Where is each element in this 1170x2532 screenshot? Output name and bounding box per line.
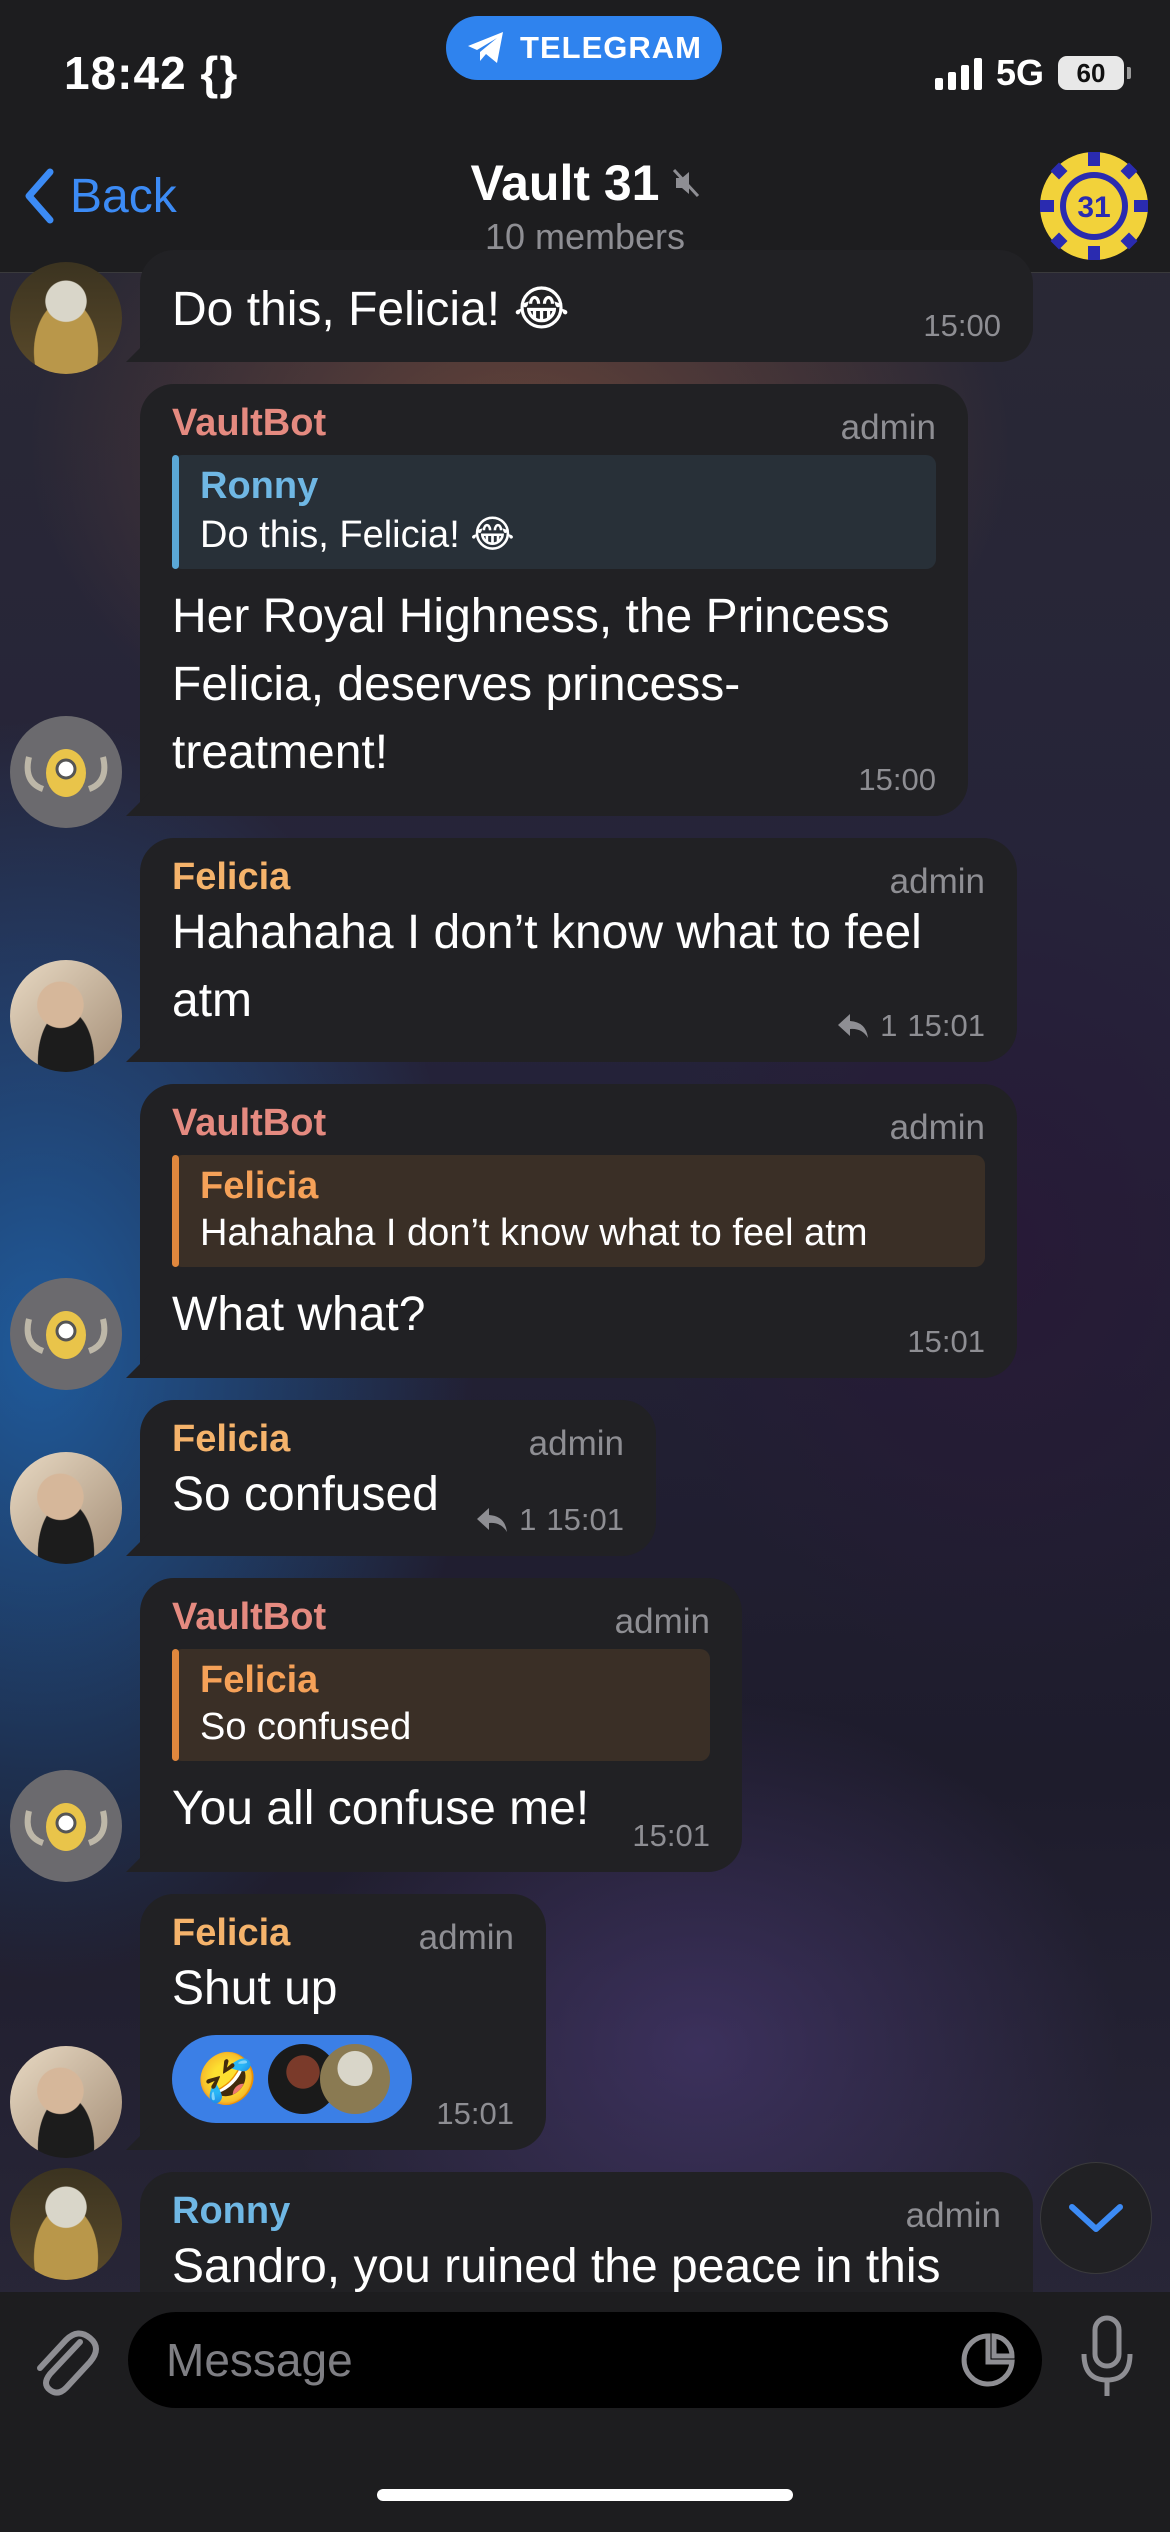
chevron-down-icon (1069, 2204, 1123, 2232)
message-text: Do this, Felicia! 😂 (172, 283, 570, 336)
sender-name: VaultBot (172, 402, 327, 444)
status-time: 18:42 {} (64, 47, 239, 99)
message-time: 15:00 (923, 308, 1001, 343)
admin-badge: admin (528, 1424, 624, 1463)
reply-quote[interactable]: Felicia So confused (172, 1649, 710, 1761)
scroll-to-bottom-button[interactable] (1040, 2162, 1152, 2274)
message-bubble[interactable]: VaultBot admin Felicia Hahahaha I don’t … (140, 1084, 1017, 1378)
reply-quote-sender: Felicia (200, 1165, 319, 1207)
message-bubble[interactable]: VaultBot admin Felicia So confused You a… (140, 1578, 742, 1872)
reply-count[interactable]: 1 (880, 1008, 897, 1044)
muted-icon (672, 168, 699, 198)
avatar-ronny[interactable] (10, 262, 122, 374)
reply-arrow-icon (838, 1014, 869, 1038)
reply-arrow-icon (477, 1508, 508, 1532)
network-label: 5G (995, 52, 1044, 93)
avatar-vaultbot[interactable] (10, 1770, 122, 1882)
message-line: treatment! (172, 726, 389, 779)
admin-badge: admin (840, 408, 936, 447)
message-bubble[interactable]: Felicia admin Shut up 🤣 15:01 (140, 1894, 546, 2150)
message-text: Shut up (172, 1962, 338, 2015)
home-indicator[interactable] (377, 2489, 793, 2501)
bot-robot-icon (24, 1311, 108, 1359)
avatar-felicia[interactable] (10, 960, 122, 1072)
chat-title: Vault 31 (470, 155, 660, 211)
admin-badge: admin (418, 1918, 514, 1957)
message-text: Sandro, you ruined the peace in this (172, 2240, 941, 2293)
telegram-pill[interactable]: TELEGRAM (446, 16, 722, 80)
reaction-chip[interactable]: 🤣 (172, 2035, 413, 2123)
battery-icon: 60 (1058, 56, 1131, 90)
avatar-felicia[interactable] (10, 1452, 122, 1564)
telegram-icon (468, 32, 504, 63)
reply-quote-text: So confused (200, 1706, 412, 1748)
telegram-pill-label: TELEGRAM (520, 30, 702, 65)
status-icons: 5G 60 (934, 52, 1131, 94)
sender-name: Felicia (172, 856, 291, 898)
message-time: 15:00 (858, 762, 936, 797)
reply-quote[interactable]: Ronny Do this, Felicia! 😂 (172, 455, 936, 569)
group-badge-number: 31 (1077, 191, 1110, 224)
reply-quote-text: Do this, Felicia! 😂 (200, 514, 515, 556)
admin-badge: admin (614, 1602, 710, 1641)
reply-quote[interactable]: Felicia Hahahaha I don’t know what to fe… (172, 1155, 985, 1267)
message-line: Felicia, deserves princess- (172, 658, 741, 711)
avatar-vaultbot[interactable] (10, 1278, 122, 1390)
avatar-ronny[interactable] (10, 2168, 122, 2280)
message-time: 15:01 (907, 1324, 985, 1359)
bot-robot-icon (24, 749, 108, 797)
admin-badge: admin (905, 2196, 1001, 2235)
message-bubble[interactable]: Felicia admin Hahahaha I don’t know what… (140, 838, 1017, 1062)
reply-quote-sender: Felicia (200, 1659, 319, 1701)
admin-badge: admin (889, 1108, 985, 1147)
message-line: Her Royal Highness, the Princess (172, 590, 890, 643)
message-bubble[interactable]: Do this, Felicia! 😂 15:00 (140, 250, 1033, 362)
status-bar: 18:42 {} TELEGRAM 5G 60 (0, 0, 1170, 140)
reactor-avatar (320, 2044, 391, 2114)
message-time: 15:01 (907, 1008, 985, 1043)
reply-quote-sender: Ronny (200, 465, 319, 507)
bot-robot-icon (24, 1803, 108, 1851)
avatar-felicia[interactable] (10, 2046, 122, 2158)
chat-title-area[interactable]: Vault 31 10 members (0, 154, 1170, 258)
sticker-icon[interactable] (958, 2330, 1018, 2390)
admin-badge: admin (889, 862, 985, 901)
reply-quote-text: Hahahaha I don’t know what to feel atm (200, 1212, 868, 1254)
paperclip-icon[interactable] (28, 2320, 100, 2400)
signal-icon (934, 56, 982, 90)
message-time: 15:01 (632, 1818, 710, 1853)
sender-name: Ronny (172, 2190, 291, 2232)
reaction-emoji: 🤣 (196, 2050, 259, 2107)
sender-name: VaultBot (172, 1102, 327, 1144)
group-avatar-icon[interactable]: 31 (1038, 150, 1150, 262)
microphone-icon[interactable] (1078, 2314, 1136, 2404)
message-text: What what? (172, 1288, 426, 1341)
message-line: Hahahaha I don’t know what to feel (172, 906, 922, 959)
message-bubble[interactable]: VaultBot admin Ronny Do this, Felicia! 😂… (140, 384, 968, 816)
message-input-placeholder: Message (166, 2334, 353, 2386)
message-bubble[interactable]: Felicia admin So confused 1 15:01 (140, 1400, 656, 1556)
reply-count[interactable]: 1 (519, 1502, 536, 1538)
message-time: 15:01 (436, 2096, 514, 2131)
message-time: 15:01 (546, 1502, 624, 1537)
message-input[interactable]: Message (128, 2312, 1042, 2408)
message-text: Her Royal Highness, the Princess Felicia… (172, 583, 936, 787)
avatar-vaultbot[interactable] (10, 716, 122, 828)
message-text: You all confuse me! (172, 1782, 590, 1835)
battery-level: 60 (1076, 57, 1106, 88)
